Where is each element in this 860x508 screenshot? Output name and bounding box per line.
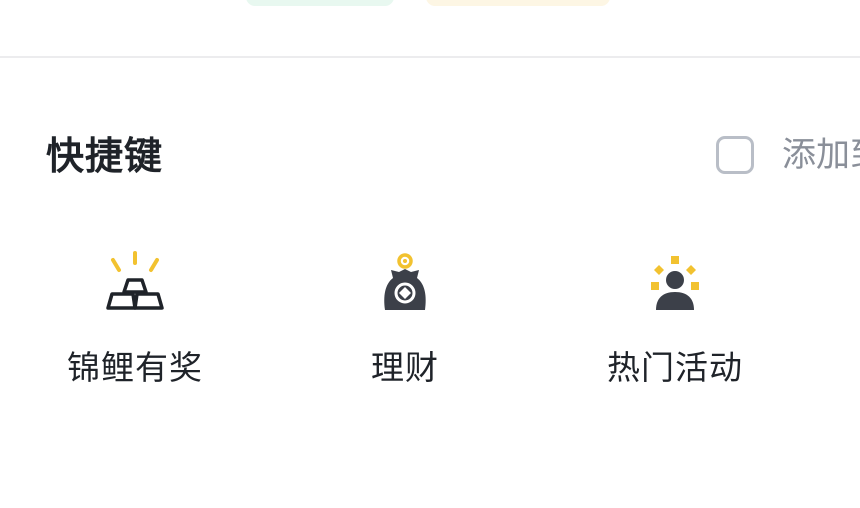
- top-pill-green[interactable]: [246, 0, 394, 6]
- shortcut-label: 理财: [371, 348, 439, 387]
- shortcuts-page: 快捷键 添加到 锦鲤有奖 理财: [0, 0, 860, 508]
- shortcut-label: 锦鲤有奖: [67, 348, 203, 387]
- shortcut-lucky-prize[interactable]: 锦鲤有奖: [35, 248, 235, 390]
- shortcut-wealth-management[interactable]: 理财: [305, 248, 505, 390]
- section-title: 快捷键: [46, 134, 164, 178]
- shortcut-label: 热门活动: [607, 348, 743, 387]
- money-bag-icon: [384, 253, 426, 310]
- add-shortcut-toggle[interactable]: 添加到: [716, 133, 860, 177]
- shortcut-hot-events[interactable]: 热门活动: [575, 248, 775, 390]
- section-divider: [0, 56, 860, 58]
- top-pill-yellow[interactable]: [426, 0, 610, 6]
- add-label: 添加到: [782, 135, 860, 175]
- add-checkbox[interactable]: [716, 136, 754, 174]
- person-sparkle-icon: [651, 256, 699, 310]
- gold-bars-icon: [106, 251, 164, 310]
